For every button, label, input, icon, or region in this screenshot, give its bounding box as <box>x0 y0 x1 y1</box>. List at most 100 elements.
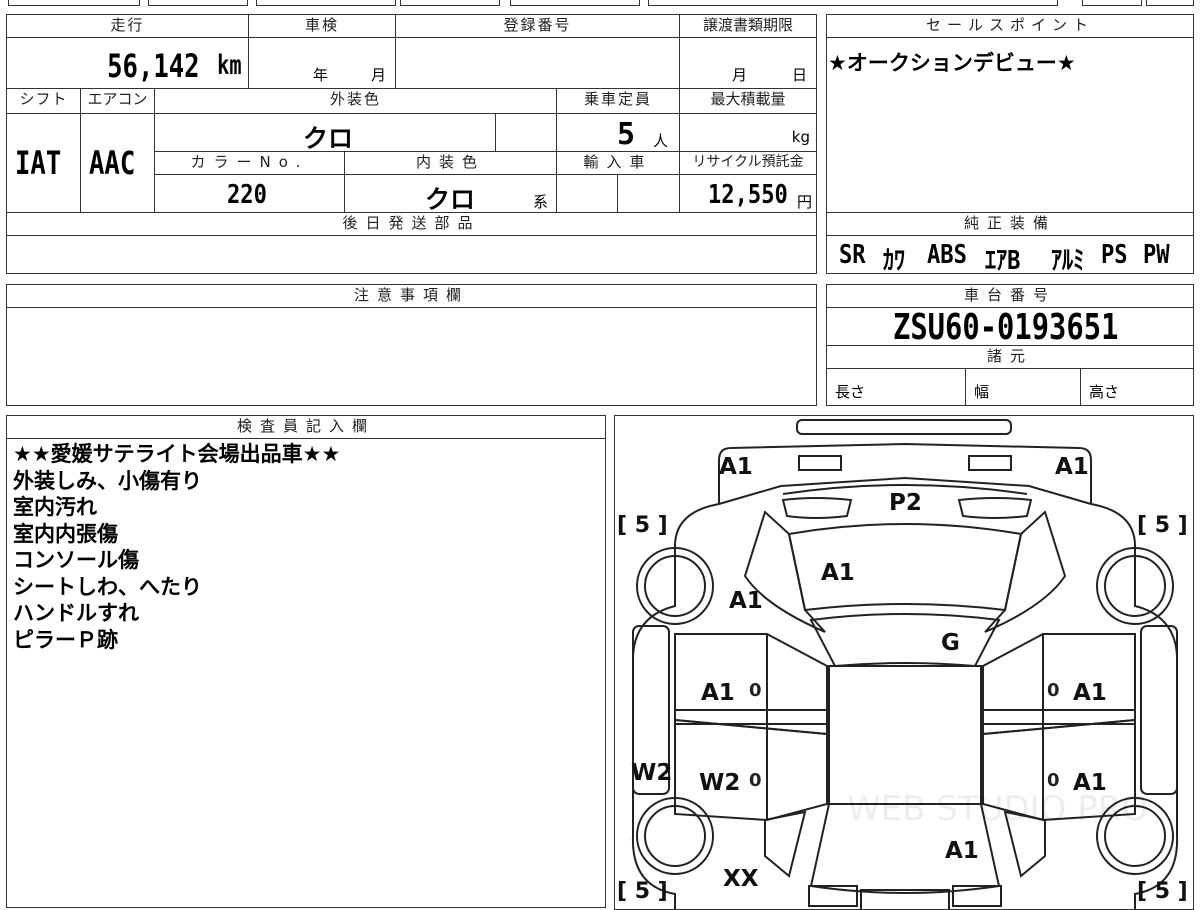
headlight-left <box>798 455 842 471</box>
inspector-note: ピラーＰ跡 <box>13 627 118 652</box>
capacity-label: 乗車定員 <box>556 88 680 114</box>
recycle-cell: 12,550 円 <box>679 174 817 213</box>
mark-hood: P2 <box>889 490 922 516</box>
shift-value: IAT <box>15 144 62 182</box>
interior-color-unit: 系 <box>533 193 549 211</box>
recycle-unit: 円 <box>796 193 812 211</box>
aircon-value: AAC <box>89 144 136 182</box>
capacity-unit: 人 <box>653 132 669 150</box>
mark-front-right: A1 <box>1055 454 1089 480</box>
transfer-month-unit: 月 <box>732 66 748 84</box>
shift-cell: IAT <box>6 113 81 213</box>
hood-panel-right <box>957 497 1033 519</box>
mileage-label: 走行 <box>6 14 249 38</box>
chassis-label: 車台番号 <box>826 284 1194 308</box>
inspection-label: 車検 <box>248 14 396 38</box>
inspection-cell: 年 月 <box>248 37 396 89</box>
inspector-note: 室内汚れ <box>13 495 97 519</box>
recycle-label: リサイクル預託金 <box>679 151 817 175</box>
interior-color-value: クロ <box>425 185 476 214</box>
registration-cell <box>395 37 680 89</box>
mark-right-front-door: A1 <box>1073 680 1107 706</box>
tire-rear-left: [ 5 ] <box>617 879 668 904</box>
right-side-skirt <box>1140 625 1178 795</box>
watermark: WEB STUDIO PRO <box>847 789 1148 829</box>
color-number-cell: 220 <box>154 174 345 213</box>
exterior-color-value: クロ <box>303 124 354 153</box>
equipment-label: 純正装備 <box>826 212 1194 236</box>
equipment-ps: PS <box>1101 240 1128 270</box>
equipment-cell: SR ｶﾜ ABS ｴｱB ｱﾙﾐ PS PW <box>826 235 1194 276</box>
later-parts-cell <box>6 235 817 274</box>
height-label: 高さ <box>1089 383 1120 401</box>
inspector-note: シートしわ、へたり <box>13 574 202 599</box>
top-strip-cell <box>400 0 500 6</box>
shift-label: シフト <box>6 88 81 114</box>
inspection-year-unit: 年 <box>313 66 329 84</box>
transfer-deadline-cell: 月 日 <box>679 37 817 89</box>
caution-cell <box>6 307 817 406</box>
transfer-deadline-label: 譲渡書類期限 <box>679 14 817 38</box>
headlight-right <box>968 455 1012 471</box>
recycle-value: 12,550 <box>708 180 788 210</box>
tire-rear-right: [ 5 ] <box>1137 879 1188 904</box>
inspector-note: 外装しみ、小傷有り <box>13 468 202 493</box>
equipment-alloy: ｱﾙﾐ <box>1051 246 1085 276</box>
sales-point-text: ★オークションデビュー★ <box>828 51 1076 75</box>
rear-left-quarter <box>764 810 807 878</box>
exterior-extra-cell <box>495 113 557 152</box>
mark-roof: G <box>941 630 960 656</box>
hood-panel-left <box>781 497 853 519</box>
cabin-floor <box>828 665 982 805</box>
mark-left-front-door: A1 <box>701 680 735 706</box>
mark-left-fender: A1 <box>729 588 763 614</box>
interior-color-cell: クロ 系 <box>344 174 557 214</box>
top-strip-cell <box>1146 0 1194 6</box>
inspector-note: ハンドルすれ <box>13 601 139 625</box>
mark-front-left: A1 <box>719 454 753 480</box>
import-cell-1 <box>556 174 618 213</box>
length-cell: 長さ <box>826 368 966 406</box>
zero-left-rear: 0 <box>749 770 762 791</box>
top-strip-cell <box>8 0 140 6</box>
exterior-color-label: 外装色 <box>154 88 557 114</box>
import-label: 輸入車 <box>556 151 680 175</box>
mark-rear-left: XX <box>723 866 759 892</box>
top-strip-cell <box>510 0 640 6</box>
roof <box>809 613 1001 668</box>
car-diagram-panel: A1 A1 P2 A1 A1 G A1 A1 W2 A1 W2 A1 XX 0 … <box>614 415 1194 910</box>
equipment-leather: ｶﾜ <box>883 246 906 276</box>
aircon-label: エアコン <box>80 88 155 114</box>
inspection-month-unit: 月 <box>371 66 387 84</box>
mileage-unit: km <box>217 50 242 81</box>
zero-left-front: 0 <box>749 680 762 701</box>
max-load-cell: kg <box>679 113 817 152</box>
tire-front-right: [ 5 ] <box>1137 513 1188 538</box>
max-load-label: 最大積載量 <box>679 88 817 114</box>
inspector-label: 検査員記入欄 <box>6 415 606 439</box>
spec-label: 諸元 <box>826 345 1194 369</box>
front-bumper <box>796 419 1012 435</box>
width-cell: 幅 <box>965 368 1081 406</box>
interior-color-label: 内装色 <box>344 151 557 175</box>
mileage-value: 56,142 <box>107 47 200 85</box>
inspector-note: 室内内張傷 <box>13 521 118 546</box>
equipment-airbag: ｴｱB <box>985 246 1021 276</box>
later-parts-label: 後日発送部品 <box>6 212 817 236</box>
tire-front-left: [ 5 ] <box>617 513 668 538</box>
color-number-value: 220 <box>227 180 267 210</box>
import-cell-2 <box>617 174 680 213</box>
registration-label: 登録番号 <box>395 14 680 38</box>
chassis-cell: ZSU60-0193651 <box>826 307 1194 348</box>
car-diagram: A1 A1 P2 A1 A1 G A1 A1 W2 A1 W2 A1 XX 0 … <box>617 419 1188 909</box>
inspector-note: ★★愛媛サテライト会場出品車★★ <box>13 442 341 466</box>
chassis-number: ZSU60-0193651 <box>893 307 1119 348</box>
sales-point-cell: ★オークションデビュー★ <box>826 37 1194 213</box>
inspector-notes-cell: ★★愛媛サテライト会場出品車★★ 外装しみ、小傷有り 室内汚れ 室内内張傷 コン… <box>6 438 606 908</box>
inspector-note: コンソール傷 <box>13 548 139 572</box>
equipment-abs: ABS <box>927 240 967 270</box>
mark-windshield: A1 <box>821 560 855 586</box>
mileage-cell: 56,142 km <box>6 37 249 89</box>
length-label: 長さ <box>835 383 866 401</box>
equipment-pw: PW <box>1143 240 1170 270</box>
